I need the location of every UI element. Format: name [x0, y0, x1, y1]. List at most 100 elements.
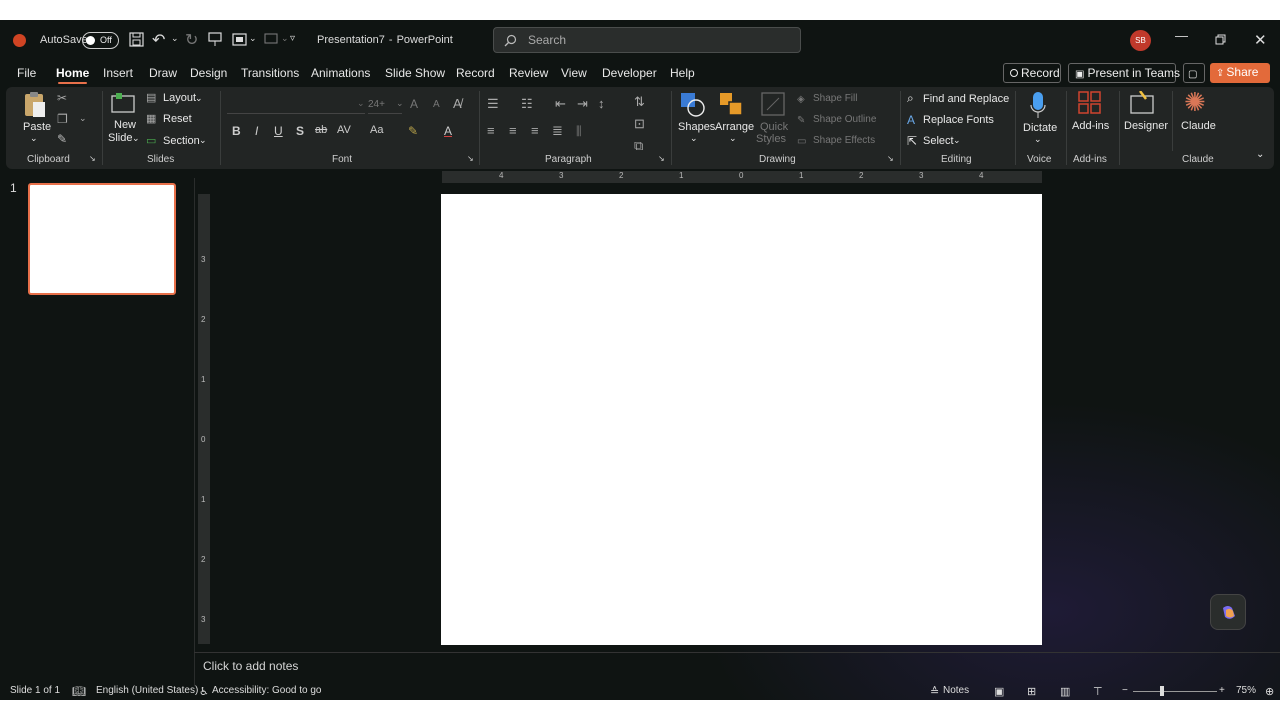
tab-transitions[interactable]: Transitions [241, 66, 299, 80]
normal-view-icon[interactable]: ▣ [994, 685, 1004, 698]
notes-placeholder[interactable]: Click to add notes [203, 659, 298, 673]
shapes-dropdown-icon[interactable]: ⌄ [690, 133, 698, 144]
touch-mode-icon[interactable] [264, 33, 278, 46]
reset-button[interactable]: Reset [163, 113, 192, 125]
zoom-slider-thumb[interactable] [1160, 686, 1164, 696]
present-icon[interactable] [208, 32, 222, 47]
fit-to-window-icon[interactable]: ⊕ [1265, 685, 1274, 698]
quick-styles-label-1[interactable]: Quick [760, 121, 788, 133]
designer-label[interactable]: Designer [1124, 120, 1168, 132]
addins-label[interactable]: Add-ins [1072, 120, 1109, 132]
shape-fill-button[interactable]: Shape Fill [813, 93, 857, 104]
drawing-launcher-icon[interactable]: ↘ [887, 154, 894, 163]
addins-icon[interactable] [1078, 91, 1102, 115]
line-spacing-icon[interactable]: ↕ [598, 96, 605, 111]
select-dropdown-icon[interactable]: ⌄ [953, 135, 961, 146]
reading-view-icon[interactable]: ▥ [1060, 685, 1070, 698]
dictate-dropdown-icon[interactable]: ⌄ [1034, 134, 1042, 145]
tab-home[interactable]: Home [56, 66, 89, 84]
language-status[interactable]: English (United States) [96, 685, 198, 696]
dictate-label[interactable]: Dictate [1023, 122, 1057, 134]
shape-outline-icon[interactable]: ✎ [797, 115, 805, 126]
align-right-icon[interactable]: ≡ [531, 123, 539, 138]
align-center-icon[interactable]: ≡ [509, 123, 517, 138]
autosave-toggle[interactable]: Off [82, 32, 119, 49]
shapes-icon[interactable] [680, 92, 706, 118]
layout-icon[interactable]: ▤ [146, 91, 156, 104]
notes-divider[interactable] [194, 652, 1280, 653]
spellcheck-icon[interactable]: 📖︎ [72, 685, 86, 698]
slideshow-view-icon[interactable]: ⊤ [1093, 685, 1103, 698]
shrink-font-icon[interactable]: A [433, 99, 440, 110]
copilot-button[interactable] [1210, 594, 1246, 630]
format-painter-icon[interactable]: ✎ [57, 132, 67, 146]
screenshot-dropdown-icon[interactable]: ⌄ [249, 33, 257, 44]
new-slide-dropdown-icon[interactable]: ⌄ [132, 133, 140, 144]
font-size-dropdown-icon[interactable]: ⌄ [396, 98, 404, 109]
replace-fonts-button[interactable]: Replace Fonts [923, 114, 994, 126]
record-button[interactable]: Record [1003, 63, 1061, 83]
change-case-button[interactable]: Aa [370, 124, 383, 136]
increase-indent-icon[interactable]: ⇥ [577, 96, 588, 112]
strikethrough-button[interactable]: ab [315, 124, 327, 136]
replace-fonts-icon[interactable]: A [907, 113, 915, 127]
tab-developer[interactable]: Developer [602, 66, 657, 80]
new-slide-label-1[interactable]: New [114, 119, 136, 131]
tab-help[interactable]: Help [670, 66, 695, 80]
char-spacing-button[interactable]: AV [337, 124, 351, 136]
italic-button[interactable]: I [255, 124, 258, 138]
slide-canvas[interactable] [441, 194, 1042, 645]
arrange-label[interactable]: Arrange [715, 121, 754, 133]
reset-icon[interactable]: ▦ [146, 112, 156, 125]
tab-draw[interactable]: Draw [149, 66, 177, 80]
section-icon[interactable]: ▭ [146, 134, 156, 147]
arrange-dropdown-icon[interactable]: ⌄ [729, 133, 737, 144]
clear-formatting-icon[interactable]: A̸ [453, 96, 462, 111]
accessibility-icon[interactable]: ♿︎ [199, 685, 209, 698]
underline-button[interactable]: U [274, 124, 283, 138]
cut-icon[interactable]: ✂ [57, 91, 67, 105]
touch-dropdown-icon[interactable]: ⌄ [281, 33, 289, 44]
screenshot-icon[interactable] [232, 33, 247, 46]
quick-styles-label-2[interactable]: Styles [756, 133, 786, 145]
clipboard-launcher-icon[interactable]: ↘ [89, 154, 96, 163]
tab-design[interactable]: Design [190, 66, 227, 80]
undo-icon[interactable]: ↶ [152, 30, 165, 50]
present-in-teams-button[interactable]: ▣ Present in Teams [1068, 63, 1180, 83]
align-text-icon[interactable]: ⊡ [634, 116, 645, 132]
select-cursor-icon[interactable]: ⇱ [907, 134, 917, 148]
tab-insert[interactable]: Insert [103, 66, 133, 80]
collapse-ribbon-icon[interactable]: ⌄ [1256, 149, 1264, 160]
shape-effects-icon[interactable]: ▭ [797, 136, 806, 147]
justify-icon[interactable]: ≣ [552, 123, 563, 139]
copy-dropdown-icon[interactable]: ⌄ [79, 113, 87, 124]
accessibility-status[interactable]: Accessibility: Good to go [212, 685, 322, 696]
panel-divider[interactable] [194, 178, 195, 686]
select-button[interactable]: Select [923, 135, 954, 147]
tab-view[interactable]: View [561, 66, 587, 80]
zoom-slider[interactable] [1133, 691, 1217, 692]
tab-slide-show[interactable]: Slide Show [385, 66, 445, 80]
new-slide-icon[interactable] [110, 92, 136, 114]
notes-button[interactable]: Notes [943, 685, 969, 696]
search-box[interactable]: Search [493, 27, 801, 53]
columns-icon[interactable]: ⫼ [576, 124, 582, 139]
grow-font-icon[interactable]: A [410, 97, 418, 111]
undo-dropdown-icon[interactable]: ⌄ [171, 33, 179, 44]
quick-styles-icon[interactable] [761, 92, 787, 118]
layout-dropdown-icon[interactable]: ⌄ [195, 93, 203, 104]
claude-label[interactable]: Claude [1181, 120, 1216, 132]
new-slide-label-2[interactable]: Slide [108, 132, 132, 144]
paste-icon[interactable] [23, 91, 47, 119]
designer-icon[interactable] [1130, 91, 1156, 115]
tab-animations[interactable]: Animations [311, 66, 370, 80]
customize-qat-icon[interactable]: ▿ [290, 33, 295, 44]
decrease-indent-icon[interactable]: ⇤ [555, 96, 566, 112]
shape-effects-button[interactable]: Shape Effects [813, 135, 875, 146]
numbering-icon[interactable]: ☷ [521, 96, 533, 112]
section-button[interactable]: Section [163, 135, 200, 147]
copy-icon[interactable]: ❐ [57, 112, 68, 126]
font-launcher-icon[interactable]: ↘ [467, 154, 474, 163]
smartart-icon[interactable]: ⧉ [634, 138, 643, 154]
shape-outline-button[interactable]: Shape Outline [813, 114, 876, 125]
